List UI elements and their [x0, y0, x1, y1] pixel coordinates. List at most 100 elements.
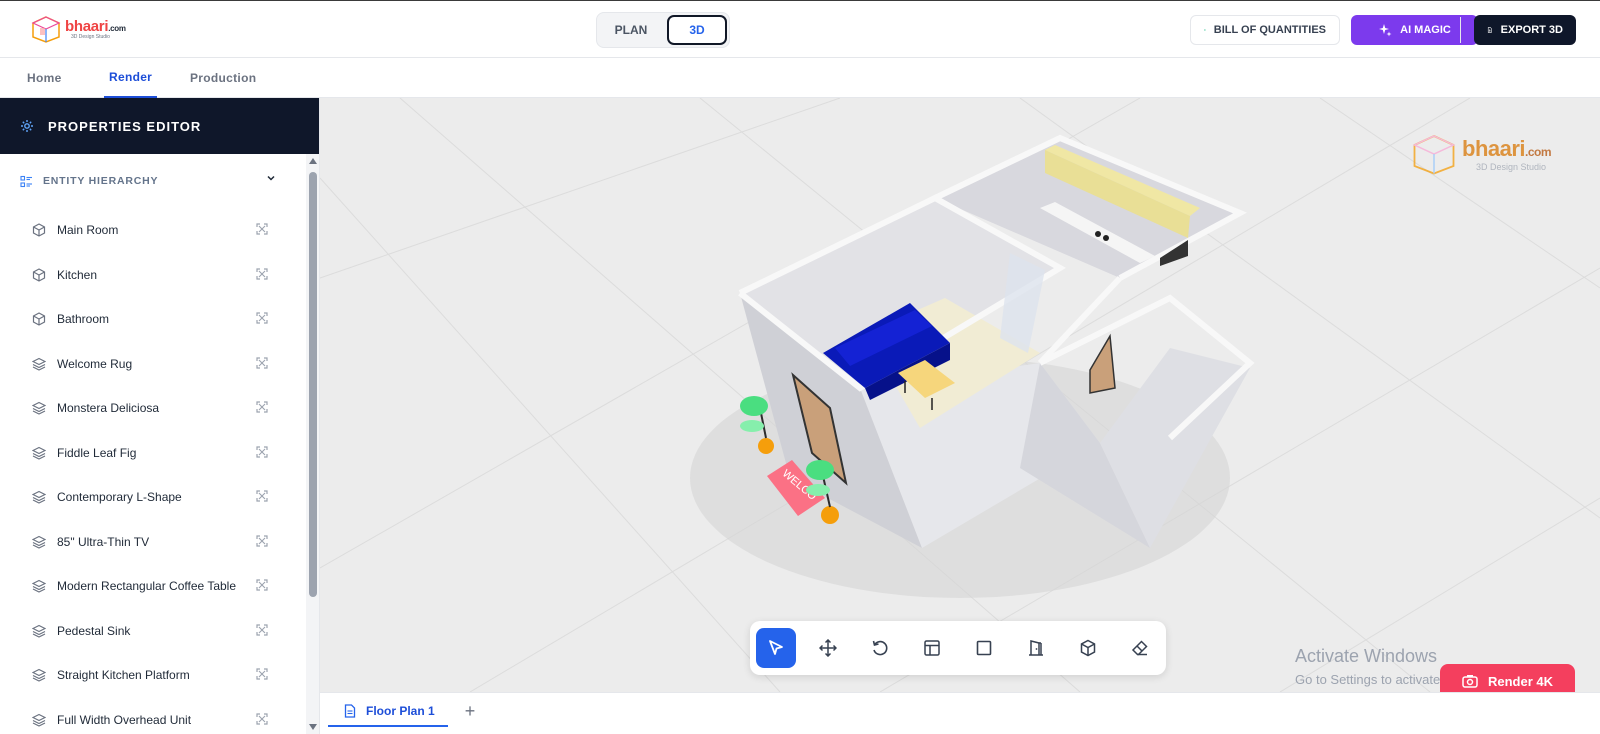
- square-icon: [976, 640, 992, 656]
- entity-hierarchy-label: ENTITY HIERARCHY: [43, 175, 159, 187]
- room-tool-button[interactable]: [964, 628, 1004, 668]
- entity-label: Bathroom: [57, 312, 110, 327]
- export-3d-button[interactable]: EXPORT 3D: [1474, 15, 1576, 45]
- object-tool-button[interactable]: [1068, 628, 1108, 668]
- export-file-icon: [1487, 27, 1492, 33]
- house-model: WELCO: [738, 134, 1255, 548]
- cursor-icon: [769, 640, 783, 655]
- rotate-icon: [872, 640, 888, 656]
- entity-hierarchy-toggle[interactable]: ENTITY HIERARCHY: [0, 154, 319, 208]
- focus-icon[interactable]: [256, 490, 268, 502]
- entity-item-welcome-rug[interactable]: Welcome Rug: [0, 342, 306, 387]
- chevron-down-icon: [267, 175, 275, 181]
- entity-item-kitchen[interactable]: Kitchen: [0, 253, 306, 298]
- focus-icon[interactable]: [256, 579, 268, 591]
- ai-magic-label: AI MAGIC: [1400, 24, 1451, 36]
- entity-list: Main Room Kitchen Bathroom Welcome Rug M…: [0, 208, 306, 734]
- header-divider: [1460, 17, 1461, 43]
- camera-icon: [1462, 675, 1478, 688]
- add-floor-plan-button[interactable]: +: [458, 699, 482, 723]
- floor-plan-tab[interactable]: Floor Plan 1: [328, 697, 448, 727]
- plan-mode-button[interactable]: PLAN: [601, 15, 661, 45]
- watermark-suffix: .com: [1525, 145, 1552, 159]
- entity-item-kitchen-platform[interactable]: Straight Kitchen Platform: [0, 653, 306, 698]
- render-4k-button[interactable]: Render 4K: [1440, 664, 1575, 692]
- entity-label: Fiddle Leaf Fig: [57, 445, 137, 460]
- tab-render[interactable]: Render: [104, 58, 158, 98]
- ai-magic-button[interactable]: AI MAGIC: [1351, 15, 1478, 45]
- layers-icon: [32, 445, 48, 461]
- export-3d-label: EXPORT 3D: [1500, 24, 1563, 36]
- layers-icon: [32, 356, 48, 372]
- door-icon: [1029, 640, 1043, 656]
- scene-toolbar: [750, 621, 1166, 675]
- entity-item-pedestal-sink[interactable]: Pedestal Sink: [0, 609, 306, 654]
- entity-item-coffee-table[interactable]: Modern Rectangular Coffee Table: [0, 564, 306, 609]
- top-header: bhaari.com 3D Design Studio PLAN 3D BILL…: [0, 0, 1600, 58]
- list-icon: [20, 175, 32, 187]
- eraser-tool-button[interactable]: [1120, 628, 1160, 668]
- watermark-cube-icon: [1412, 135, 1456, 175]
- cube-icon: [32, 267, 48, 283]
- focus-icon[interactable]: [256, 223, 268, 235]
- layers-icon: [32, 489, 48, 505]
- spreadsheet-icon: [1204, 29, 1206, 31]
- focus-icon[interactable]: [256, 534, 268, 547]
- entity-item-contemporary-l-shape[interactable]: Contemporary L-Shape: [0, 475, 306, 520]
- focus-icon[interactable]: [256, 445, 268, 458]
- rotate-tool-button[interactable]: [860, 628, 900, 668]
- entity-label: Pedestal Sink: [57, 623, 131, 638]
- entity-label: Kitchen: [57, 267, 98, 282]
- activate-windows-title: Activate Windows: [1295, 646, 1438, 666]
- gear-icon: [21, 120, 33, 132]
- entity-item-main-room[interactable]: Main Room: [0, 208, 306, 253]
- door-tool-button[interactable]: [1016, 628, 1056, 668]
- focus-icon[interactable]: [256, 312, 268, 324]
- focus-icon[interactable]: [256, 668, 268, 680]
- entity-item-fiddle-leaf-fig[interactable]: Fiddle Leaf Fig: [0, 431, 306, 476]
- tab-production[interactable]: Production: [190, 58, 256, 98]
- panel-scrollbar[interactable]: [306, 154, 319, 734]
- select-tool-button[interactable]: [756, 628, 796, 668]
- focus-icon[interactable]: [256, 401, 268, 413]
- focus-icon[interactable]: [256, 712, 268, 725]
- layout-tool-button[interactable]: [912, 628, 952, 668]
- app-logo[interactable]: bhaari.com 3D Design Studio: [30, 15, 126, 43]
- focus-icon[interactable]: [256, 623, 268, 636]
- layers-icon: [32, 578, 48, 594]
- cube-icon: [32, 311, 48, 327]
- scroll-down-arrow[interactable]: [309, 724, 317, 730]
- 3d-viewport[interactable]: WELCO bhaari.com 3D Design Studio Activa…: [320, 98, 1600, 692]
- entity-item-overhead-unit[interactable]: Full Width Overhead Unit: [0, 698, 306, 734]
- logo-subtitle: 3D Design Studio: [71, 33, 110, 40]
- sparkle-icon: [1379, 24, 1392, 37]
- logo-text: bhaari: [65, 17, 109, 35]
- entity-label: Straight Kitchen Platform: [57, 668, 190, 683]
- layers-icon: [32, 712, 48, 728]
- focus-icon[interactable]: [256, 267, 268, 280]
- scene-canvas[interactable]: WELCO: [320, 98, 1600, 692]
- eraser-icon: [1131, 640, 1148, 656]
- tab-home[interactable]: Home: [27, 58, 62, 98]
- entity-item-monstera-deliciosa[interactable]: Monstera Deliciosa: [0, 386, 306, 431]
- entity-item-ultra-thin-tv[interactable]: 85" Ultra-Thin TV: [0, 520, 306, 565]
- floor-plan-tab-label: Floor Plan 1: [366, 704, 435, 718]
- floor-plan-tabs: Floor Plan 1 +: [320, 692, 1600, 734]
- render-4k-label: Render 4K: [1487, 673, 1554, 689]
- viewport-watermark: bhaari.com 3D Design Studio: [1410, 133, 1552, 175]
- watermark-text: bhaari: [1462, 136, 1526, 161]
- logo-cube-icon: [31, 16, 61, 43]
- entity-label: Main Room: [57, 223, 119, 238]
- scroll-up-arrow[interactable]: [309, 158, 317, 164]
- layers-icon: [32, 623, 48, 639]
- logo-suffix: .com: [108, 23, 126, 33]
- properties-header: PROPERTIES EDITOR: [0, 98, 319, 154]
- bill-of-quantities-button[interactable]: BILL OF QUANTITIES: [1190, 15, 1340, 45]
- move-tool-button[interactable]: [808, 628, 848, 668]
- entity-label: Welcome Rug: [57, 356, 133, 371]
- 3d-mode-button[interactable]: 3D: [667, 15, 727, 45]
- focus-icon[interactable]: [256, 356, 268, 369]
- properties-title: PROPERTIES EDITOR: [48, 118, 202, 134]
- entity-item-bathroom[interactable]: Bathroom: [0, 297, 306, 342]
- scroll-thumb[interactable]: [309, 172, 317, 597]
